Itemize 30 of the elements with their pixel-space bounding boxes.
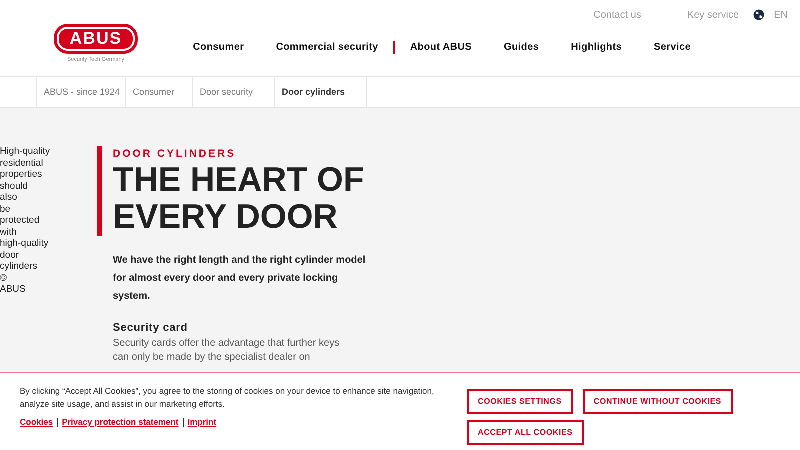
nav-item[interactable]: Service (637, 41, 706, 54)
nav-item[interactable]: Consumer (176, 41, 260, 54)
cookie-button[interactable]: COOKIES SETTINGS (467, 389, 573, 414)
page-heading: EVERY DOOR (113, 199, 339, 236)
section-title: Security card (113, 322, 189, 334)
language-link[interactable]: EN (774, 10, 788, 20)
image-alt-text: High-quality residential properties should also be protected with high-quality door cylinders © ABUS (0, 146, 52, 297)
cookie-button[interactable]: CONTINUE WITHOUT COOKIES (582, 389, 733, 414)
logo-wordmark: ABUS (54, 24, 138, 54)
eyebrow-label: DOOR CYLINDERS (113, 148, 238, 160)
nav-item[interactable]: Guides (487, 41, 554, 54)
top-link[interactable]: Key service (687, 10, 740, 20)
cookie-link[interactable]: Imprint (188, 417, 217, 427)
nav-item[interactable]: Commercial security (259, 41, 394, 54)
globe-icon[interactable] (753, 9, 766, 21)
breadcrumb-item[interactable]: Door cylinders (274, 77, 367, 107)
cookie-link[interactable]: Privacy protection statement (62, 417, 179, 427)
breadcrumb-item[interactable]: Door security (192, 77, 274, 107)
page-heading: THE HEART OF (113, 162, 364, 199)
cookie-link[interactable]: Cookies (20, 417, 54, 427)
cookie-notice-text: By clicking “Accept All Cookies”, you agree to the storing of cookies on your device to enhance site navigation, analyze site usage, and assist in our marketing efforts. (20, 385, 436, 411)
section-text: can only be made by the specialist dealer on (113, 351, 312, 365)
breadcrumb-item[interactable]: ABUS - since 1924 (36, 77, 125, 107)
nav-item[interactable]: About ABUS (393, 41, 487, 54)
nav-item[interactable]: Highlights (554, 41, 637, 54)
breadcrumb-item[interactable]: Consumer (125, 77, 192, 107)
section-text: Security cards offer the advantage that further keys (113, 337, 341, 351)
top-link[interactable]: Contact us (594, 10, 642, 20)
intro-text: We have the right length and the right cylinder model for almost every door and every private locking system. (113, 254, 367, 304)
cookie-button[interactable]: ACCEPT ALL COOKIES (467, 420, 584, 445)
